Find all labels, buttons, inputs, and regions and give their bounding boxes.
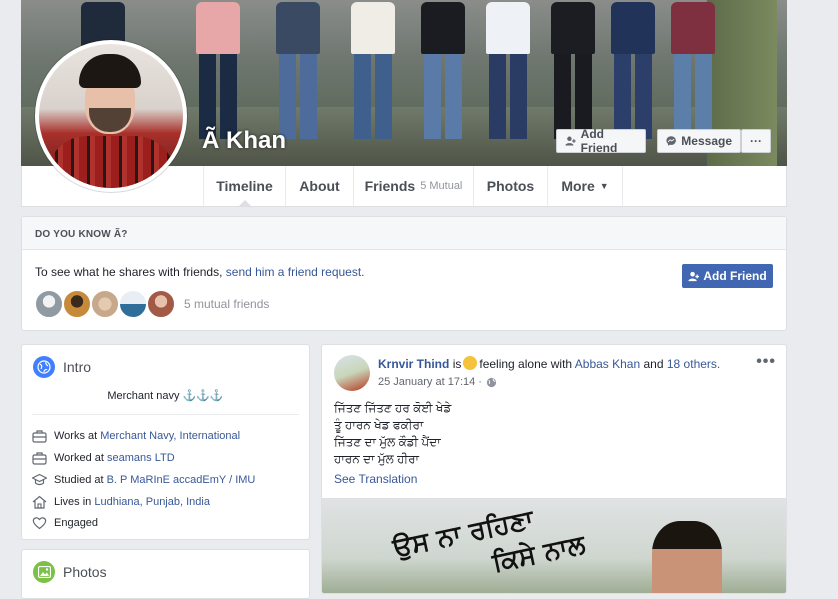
cover-person	[551, 2, 595, 139]
graduation-cap-icon	[32, 473, 47, 486]
tab-friends[interactable]: Friends 5 Mutual	[353, 166, 473, 206]
add-person-icon	[688, 271, 700, 281]
friend-request-prompt: To see what he shares with friends, send…	[35, 265, 365, 279]
mutual-friend-avatar[interactable]	[62, 289, 92, 319]
add-person-icon	[565, 136, 576, 146]
mutual-friend-avatar[interactable]	[34, 289, 64, 319]
post-header: Krnvir Thind is feeling alone with Abbas …	[378, 356, 720, 371]
intro-relationship: Engaged	[32, 516, 98, 530]
post-timestamp: 25 January at 17:14 ·	[378, 376, 497, 388]
mutual-count: 5 Mutual	[420, 180, 463, 192]
tagged-others-link[interactable]: 18 others.	[667, 357, 720, 371]
intro-prefix: Studied at	[54, 474, 107, 486]
photos-header[interactable]: Photos	[33, 561, 107, 583]
intro-link[interactable]: B. P MaRInE accadEmY / IMU	[107, 474, 256, 486]
cover-person	[671, 2, 715, 139]
mutual-friends-link[interactable]: 5 mutual friends	[184, 297, 269, 311]
post-and-text: and	[643, 357, 664, 371]
more-options-button[interactable]: ···	[741, 129, 771, 153]
see-translation-link[interactable]: See Translation	[334, 472, 417, 486]
intro-studied-at: Studied at B. P MaRInE accadEmY / IMU	[32, 473, 255, 487]
profile-picture[interactable]	[35, 40, 187, 192]
add-friend-label: Add Friend	[703, 269, 767, 283]
heart-icon	[32, 517, 47, 530]
mutual-friend-avatar[interactable]	[118, 289, 148, 319]
mutual-friends-row: 5 mutual friends	[34, 289, 269, 319]
mutual-friend-avatar[interactable]	[90, 289, 120, 319]
intro-prefix: Works at	[54, 430, 101, 442]
intro-link[interactable]: Ludhiana, Punjab, India	[94, 496, 210, 508]
intro-prefix: Lives in	[54, 496, 95, 508]
profile-photo	[39, 44, 183, 188]
post-author-link[interactable]: Krnvir Thind	[378, 357, 449, 371]
intro-works-at: Works at Merchant Navy, International	[32, 429, 240, 443]
intro-prefix: Engaged	[54, 517, 99, 529]
send-friend-request-link[interactable]: send him a friend request.	[226, 265, 365, 279]
intro-bio: Merchant navy ⚓⚓⚓	[107, 390, 224, 402]
message-button[interactable]: Message	[657, 129, 741, 153]
tab-label: About	[299, 178, 340, 194]
post-options-button[interactable]: •••	[756, 353, 776, 371]
image-person	[652, 521, 722, 593]
tab-about[interactable]: About	[285, 166, 353, 206]
intro-prefix: Worked at	[54, 452, 107, 464]
cover-person	[196, 2, 240, 139]
intro-link[interactable]: seamans LTD	[107, 452, 175, 464]
feed-post: Krnvir Thind is feeling alone with Abbas …	[321, 344, 787, 594]
briefcase-icon	[32, 452, 47, 465]
post-feeling-text: feeling alone with	[479, 357, 573, 371]
intro-title: Intro	[63, 359, 92, 375]
divider	[32, 414, 299, 415]
tab-label: More	[561, 178, 595, 194]
message-label: Message	[681, 134, 732, 148]
post-image[interactable]: ਉਸ ਨਾ ਰਹਿਣਾ ਕਿਸੇ ਨਾਲ	[322, 498, 786, 593]
cover-person	[421, 2, 465, 139]
cover-person	[486, 2, 530, 139]
add-friend-label: Add Friend	[580, 127, 618, 155]
add-friend-primary-button[interactable]: Add Friend	[682, 264, 773, 288]
post-body-text: ਜਿੱਤਣ ਜਿੱਤਣ ਹਰ ਕੋਈ ਖੇਡੇ ਤੂੰ ਹਾਰਨ ਖੇਡ ਫਕੀ…	[334, 401, 452, 466]
tab-label: Timeline	[216, 178, 273, 194]
messenger-icon	[666, 136, 676, 146]
tab-more[interactable]: More ▼	[547, 166, 623, 206]
intro-worked-at: Worked at seamans LTD	[32, 451, 175, 465]
globe-icon	[33, 356, 55, 378]
tagged-friend-link[interactable]: Abbas Khan	[575, 357, 640, 371]
home-icon	[32, 495, 47, 509]
tab-label: Friends	[364, 178, 416, 194]
do-you-know-heading: DO YOU KNOW Ã?	[22, 217, 786, 250]
intro-card: Intro Merchant navy ⚓⚓⚓ Works at Merchan…	[21, 344, 310, 540]
mutual-friend-avatar[interactable]	[146, 289, 176, 319]
prompt-text: To see what he shares with friends,	[35, 265, 226, 279]
do-you-know-card: DO YOU KNOW Ã? To see what he shares wit…	[21, 216, 787, 331]
photos-title: Photos	[63, 564, 107, 580]
intro-lives-in: Lives in Ludhiana, Punjab, India	[32, 495, 210, 509]
cover-person	[351, 2, 395, 139]
cover-person	[611, 2, 655, 139]
globe-icon	[486, 377, 497, 387]
cover-person	[276, 2, 320, 139]
post-author-avatar[interactable]	[334, 355, 370, 391]
more-dots-icon: ···	[750, 134, 762, 148]
tab-label: Photos	[486, 178, 535, 194]
post-time-link[interactable]: 25 January at 17:14 ·	[378, 376, 482, 388]
photo-icon	[33, 561, 55, 583]
profile-name[interactable]: Ã Khan	[202, 127, 286, 155]
post-is-text: is	[452, 357, 462, 371]
photos-card: Photos	[21, 549, 310, 599]
briefcase-icon	[32, 430, 47, 443]
caret-down-icon: ▼	[599, 181, 609, 191]
tab-timeline[interactable]: Timeline	[203, 166, 285, 206]
tab-photos[interactable]: Photos	[473, 166, 547, 206]
add-friend-button[interactable]: Add Friend	[556, 127, 646, 155]
intro-header: Intro	[33, 356, 91, 378]
sad-emoji-icon	[463, 356, 478, 370]
intro-link[interactable]: Merchant Navy, International	[100, 430, 240, 442]
